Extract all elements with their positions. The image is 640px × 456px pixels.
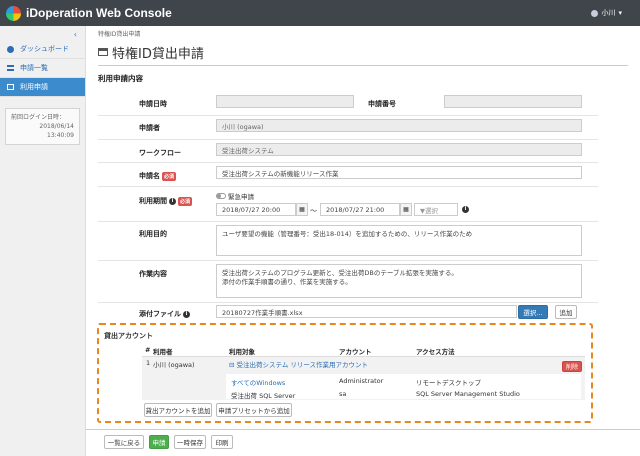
- last-login-label: 前回ログイン日時：: [11, 114, 66, 121]
- account-group-link[interactable]: ⊟ 受注出荷システム リリース作業用アカウント: [229, 359, 368, 369]
- apply-button[interactable]: 申請: [149, 435, 169, 449]
- select-file-button[interactable]: 選択...: [518, 305, 548, 319]
- period-label: 利用期間 i 必須: [139, 196, 193, 206]
- required-badge: 必須: [162, 171, 177, 181]
- toggle-switch[interactable]: [216, 193, 226, 199]
- col-header: 利用者: [153, 348, 173, 356]
- info-icon[interactable]: i: [462, 206, 469, 213]
- work-label: 作業内容: [139, 270, 167, 278]
- page-title: 特権ID貸出申請: [98, 43, 628, 62]
- save-draft-button[interactable]: 一時保存: [174, 435, 206, 449]
- attach-label: 添付ファイル i: [139, 309, 190, 319]
- info-icon[interactable]: i: [169, 197, 176, 205]
- row-user: 小川 (ogawa): [153, 361, 195, 369]
- monitor-icon: [7, 84, 14, 90]
- purpose-label: 利用目的: [139, 230, 167, 238]
- sidebar-item-request-list[interactable]: 申請一覧: [0, 59, 85, 78]
- add-file-button[interactable]: 追加: [555, 305, 577, 319]
- col-header: #: [145, 346, 151, 354]
- palette-icon: [7, 45, 14, 53]
- col-header: 利用対象: [229, 348, 255, 356]
- accounts-title: 貸出アカウント: [104, 332, 153, 340]
- breadcrumb[interactable]: 特権ID貸出申請: [86, 26, 640, 38]
- sidebar-item-label: 申請一覧: [20, 64, 48, 72]
- app-datetime-field: [216, 95, 354, 108]
- access-method: SQL Server Management Studio: [416, 390, 520, 398]
- attach-label-text: 添付ファイル: [139, 310, 181, 318]
- app-number-field: [444, 95, 582, 108]
- app-name-label-text: 申請名: [139, 172, 160, 180]
- urgent-toggle[interactable]: 緊急申請: [216, 191, 254, 201]
- sidebar-collapse-icon[interactable]: ‹: [0, 26, 85, 40]
- work-textarea[interactable]: 受注出荷システムのプログラム更新と、受注出荷DBのテーブル拡張を実施する。 添付…: [216, 264, 582, 298]
- sidebar-item-label: ダッシュボード: [20, 45, 69, 53]
- applicant-label: 申請者: [139, 124, 160, 132]
- workflow-label: ワークフロー: [139, 149, 181, 157]
- target-text: 受注出荷 SQL Server: [231, 392, 296, 400]
- caret-down-icon: ▾: [618, 9, 622, 17]
- work-line: 添付の作業手順書の通り、作業を実施する。: [222, 278, 352, 286]
- info-icon[interactable]: i: [183, 310, 190, 318]
- user-name: 小川: [601, 9, 616, 17]
- laptop-icon: [98, 48, 108, 56]
- app-name-label: 申請名 必須: [139, 171, 177, 181]
- urgent-label: 緊急申請: [228, 193, 254, 201]
- work-line: 受注出荷システムのプログラム更新と、受注出荷DBのテーブル拡張を実施する。: [222, 269, 458, 277]
- last-login-box: 前回ログイン日時： 2018/06/14 13:40:09: [5, 108, 80, 145]
- period-to-input[interactable]: 2018/07/27 21:00: [320, 203, 400, 216]
- page-title-text: 特権ID貸出申請: [112, 46, 204, 62]
- period-separator: 〜: [310, 207, 317, 215]
- sidebar: ‹ ダッシュボード 申請一覧 利用申請 前回ログイン日時： 2018/06/14…: [0, 26, 86, 456]
- app-title: iDoperation Web Console: [26, 6, 172, 20]
- app-number-label: 申請番号: [368, 100, 396, 108]
- app-datetime-label: 申請日時: [139, 100, 167, 108]
- workflow-field: 受注出荷システム: [216, 143, 582, 156]
- period-from-input[interactable]: 2018/07/27 20:00: [216, 203, 296, 216]
- app-logo-icon: [6, 5, 21, 21]
- print-button[interactable]: 印刷: [211, 435, 233, 449]
- account-value: sa: [339, 390, 347, 398]
- period-label-text: 利用期間: [139, 197, 167, 205]
- target-link[interactable]: すべてのWindows: [231, 377, 285, 387]
- sidebar-item-label: 利用申請: [20, 83, 48, 91]
- col-header: アカウント: [339, 348, 372, 356]
- account-value: Administrator: [339, 377, 384, 385]
- attach-file-field: 20180727作業手順書.xlsx: [216, 305, 517, 318]
- calendar-icon[interactable]: ▦: [400, 203, 412, 216]
- sidebar-item-usage-request[interactable]: 利用申請: [0, 78, 85, 97]
- last-login-value: 2018/06/14 13:40:09: [39, 123, 74, 139]
- back-button[interactable]: 一覧に戻る: [104, 435, 144, 449]
- user-icon: [591, 9, 599, 17]
- add-account-button[interactable]: 貸出アカウントを追加: [144, 403, 212, 417]
- calendar-icon[interactable]: ▦: [296, 203, 308, 216]
- sidebar-item-dashboard[interactable]: ダッシュボード: [0, 40, 85, 59]
- top-bar: iDoperation Web Console 小川 ▾: [0, 0, 640, 26]
- add-preset-button[interactable]: 申請プリセットから追加: [216, 403, 292, 417]
- col-header: アクセス方法: [416, 348, 455, 356]
- period-select[interactable]: ▼選択: [414, 203, 458, 216]
- required-badge: 必須: [178, 196, 193, 206]
- list-icon: [7, 65, 14, 71]
- purpose-textarea[interactable]: ユーザ要望の機能（管理番号：受出18-014）を追加するための、リリース作業のた…: [216, 225, 582, 256]
- section-title: 利用申請内容: [98, 65, 628, 84]
- row-number: 1: [146, 359, 151, 367]
- user-menu[interactable]: 小川 ▾: [591, 8, 622, 18]
- delete-button[interactable]: 削除: [562, 361, 582, 372]
- applicant-field: 小川 (ogawa): [216, 119, 582, 132]
- access-method: リモートデスクトップ: [416, 379, 481, 387]
- app-name-input[interactable]: 受注出荷システムの新機能リリース作業: [216, 166, 582, 179]
